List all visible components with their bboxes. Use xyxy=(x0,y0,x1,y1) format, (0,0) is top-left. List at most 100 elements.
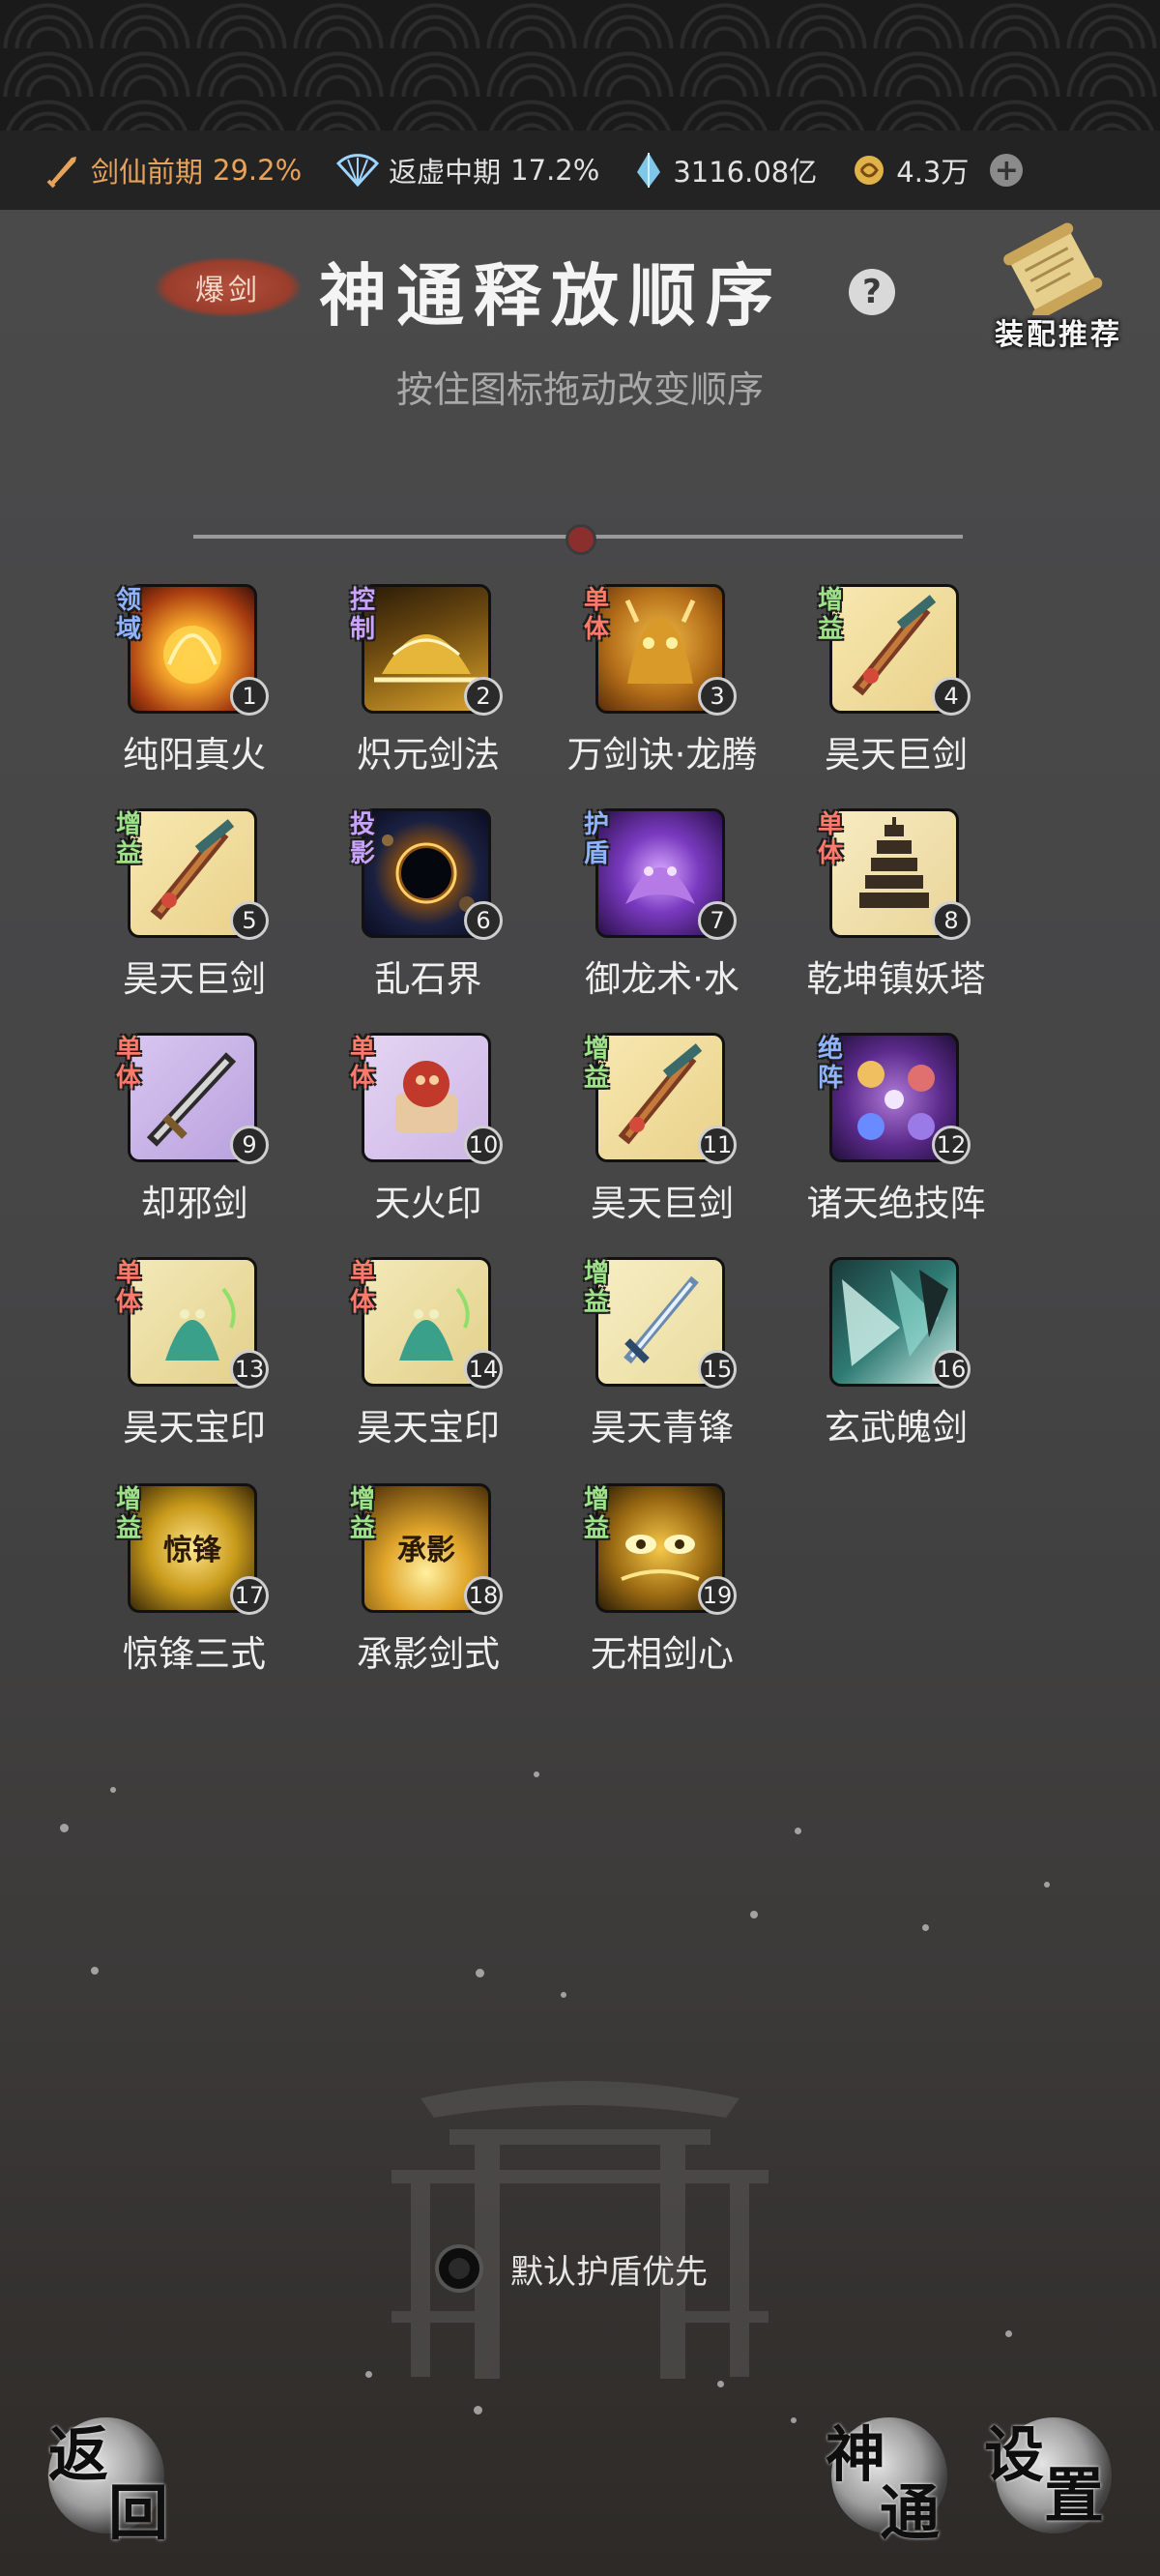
order-number-badge: 14 xyxy=(464,1350,503,1389)
order-number-badge: 6 xyxy=(464,901,503,940)
skill-name: 玄武魄剑 xyxy=(825,1407,968,1449)
skill-type-tag: 单体 xyxy=(349,1035,375,1093)
skill-slot[interactable]: 投影 6 乱石界 xyxy=(307,808,539,1021)
skill-type-tag: 单体 xyxy=(115,1035,141,1093)
skill-slot[interactable]: 单体 3 万剑诀·龙腾 xyxy=(541,584,773,797)
skill-type-tag: 增益 xyxy=(817,586,843,644)
back-char-2: 回 xyxy=(108,2477,169,2548)
skills-char-2: 通 xyxy=(880,2477,941,2548)
resource-bar: 剑仙前期 29.2% 返虚中期 17.2% 3116.08亿 4.3万 + xyxy=(0,131,1160,210)
shield-priority-option[interactable]: 默认护盾优先 xyxy=(435,2244,708,2293)
skill-slot[interactable]: 承影 增益 18 承影剑式 xyxy=(307,1483,539,1696)
skill-slot[interactable]: 增益 19 无相剑心 xyxy=(541,1483,773,1696)
settings-char-1: 设 xyxy=(984,2419,1045,2490)
back-char-1: 返 xyxy=(48,2419,109,2490)
order-number-badge: 1 xyxy=(230,677,269,716)
void-realm-pct: 17.2% xyxy=(510,154,600,187)
skill-name: 昊天巨剑 xyxy=(591,1183,734,1224)
skill-name: 昊天宝印 xyxy=(357,1407,500,1449)
icon-glyph: 承影 xyxy=(397,1534,455,1567)
skill-name: 万剑诀·龙腾 xyxy=(566,734,758,776)
skill-slot[interactable]: 护盾 7 御龙术·水 xyxy=(541,808,773,1021)
recommend-label: 装配推荐 xyxy=(995,318,1122,352)
order-number-badge: 17 xyxy=(230,1576,269,1615)
skill-type-tag: 投影 xyxy=(349,810,375,868)
order-number-badge: 16 xyxy=(932,1350,971,1389)
order-number-badge: 2 xyxy=(464,677,503,716)
coin-icon xyxy=(855,156,884,185)
icon-glyph: 惊锋 xyxy=(163,1534,222,1567)
gate-silhouette xyxy=(392,2081,768,2379)
drag-hint: 按住图标拖动改变顺序 xyxy=(395,368,764,411)
back-button[interactable]: 返 回 xyxy=(29,2398,174,2548)
skill-slot[interactable]: 单体 8 乾坤镇妖塔 xyxy=(775,808,1007,1021)
skill-slot[interactable]: 增益 5 昊天巨剑 xyxy=(73,808,305,1021)
order-number-badge: 11 xyxy=(698,1126,737,1164)
skill-name: 惊锋三式 xyxy=(123,1633,266,1675)
crystal-amount: 3116.08亿 xyxy=(673,156,818,189)
skill-type-tag: 增益 xyxy=(583,1485,609,1543)
skill-slot[interactable]: 增益 4 昊天巨剑 xyxy=(775,584,1007,797)
skill-type-tag: 领域 xyxy=(115,586,141,644)
settings-button[interactable]: 设 置 xyxy=(976,2398,1121,2543)
skill-name: 御龙术·水 xyxy=(585,958,740,1000)
skill-type-tag: 绝阵 xyxy=(817,1035,843,1093)
skill-slot[interactable]: 单体 10 天火印 xyxy=(307,1033,539,1245)
scroll-icon xyxy=(1003,222,1103,315)
skill-name: 纯阳真火 xyxy=(123,734,266,776)
skill-slot[interactable]: 单体 14 昊天宝印 xyxy=(307,1257,539,1470)
sword-realm-progress[interactable]: 剑仙前期 29.2% xyxy=(44,150,302,190)
settings-char-2: 置 xyxy=(1044,2460,1105,2531)
recommend-button[interactable]: 装配推荐 xyxy=(976,219,1141,354)
skill-name: 昊天宝印 xyxy=(123,1407,266,1449)
void-realm-progress[interactable]: 返虚中期 17.2% xyxy=(336,150,599,190)
skill-slot[interactable]: 单体 9 却邪剑 xyxy=(73,1033,305,1245)
skill-name: 天火印 xyxy=(374,1183,482,1224)
skill-slot[interactable]: 16 玄武魄剑 xyxy=(775,1257,1007,1470)
help-button[interactable]: ? xyxy=(849,269,895,315)
skill-name: 乱石界 xyxy=(374,958,482,1000)
skill-type-tag: 护盾 xyxy=(583,810,609,868)
skill-type-tag: 增益 xyxy=(583,1035,609,1093)
skills-button[interactable]: 神 通 xyxy=(812,2398,957,2548)
skill-slot[interactable]: 控制 2 炽元剑法 xyxy=(307,584,539,797)
top-decor-pattern xyxy=(0,0,1160,131)
skill-slot[interactable]: 增益 11 昊天巨剑 xyxy=(541,1033,773,1245)
skill-name: 乾坤镇妖塔 xyxy=(806,958,986,1000)
divider-ornament xyxy=(566,524,596,555)
skill-slot[interactable]: 领域 1 纯阳真火 xyxy=(73,584,305,797)
order-number-badge: 5 xyxy=(230,901,269,940)
crystal-balance: 3116.08亿 xyxy=(634,150,817,190)
shield-priority-label: 默认护盾优先 xyxy=(510,2252,708,2292)
order-number-badge: 7 xyxy=(698,901,737,940)
skill-type-tag: 增益 xyxy=(349,1485,375,1543)
skill-slot[interactable]: 绝阵 12 诸天绝技阵 xyxy=(775,1033,1007,1245)
skill-slot[interactable]: 单体 13 昊天宝印 xyxy=(73,1257,305,1470)
order-number-badge: 10 xyxy=(464,1126,503,1164)
skill-name: 昊天巨剑 xyxy=(825,734,968,776)
order-number-badge: 9 xyxy=(230,1126,269,1164)
skill-type-tag: 单体 xyxy=(349,1259,375,1317)
skill-name: 炽元剑法 xyxy=(357,734,500,776)
page-title: 神通释放顺序 xyxy=(319,255,783,336)
skill-slot[interactable]: 增益 15 昊天青锋 xyxy=(541,1257,773,1470)
skill-name: 却邪剑 xyxy=(140,1183,248,1224)
sword-realm-pct: 29.2% xyxy=(213,154,303,187)
skill-type-tag: 单体 xyxy=(583,586,609,644)
crystal-icon xyxy=(637,153,661,188)
order-number-badge: 12 xyxy=(932,1126,971,1164)
skill-type-tag: 单体 xyxy=(817,810,843,868)
order-number-badge: 3 xyxy=(698,677,737,716)
shield-priority-radio[interactable] xyxy=(435,2244,483,2293)
order-number-badge: 13 xyxy=(230,1350,269,1389)
coin-amount: 4.3万 xyxy=(896,156,970,189)
skill-type-tag: 增益 xyxy=(583,1259,609,1317)
sword-realm-label: 剑仙前期 xyxy=(91,156,204,189)
order-number-badge: 19 xyxy=(698,1576,737,1615)
skill-name: 昊天巨剑 xyxy=(123,958,266,1000)
coin-balance: 4.3万 xyxy=(852,150,969,190)
skill-slot[interactable]: 惊锋 增益 17 惊锋三式 xyxy=(73,1483,305,1696)
add-currency-button[interactable]: + xyxy=(990,154,1024,188)
fan-icon xyxy=(336,154,380,187)
order-number-badge: 15 xyxy=(698,1350,737,1389)
